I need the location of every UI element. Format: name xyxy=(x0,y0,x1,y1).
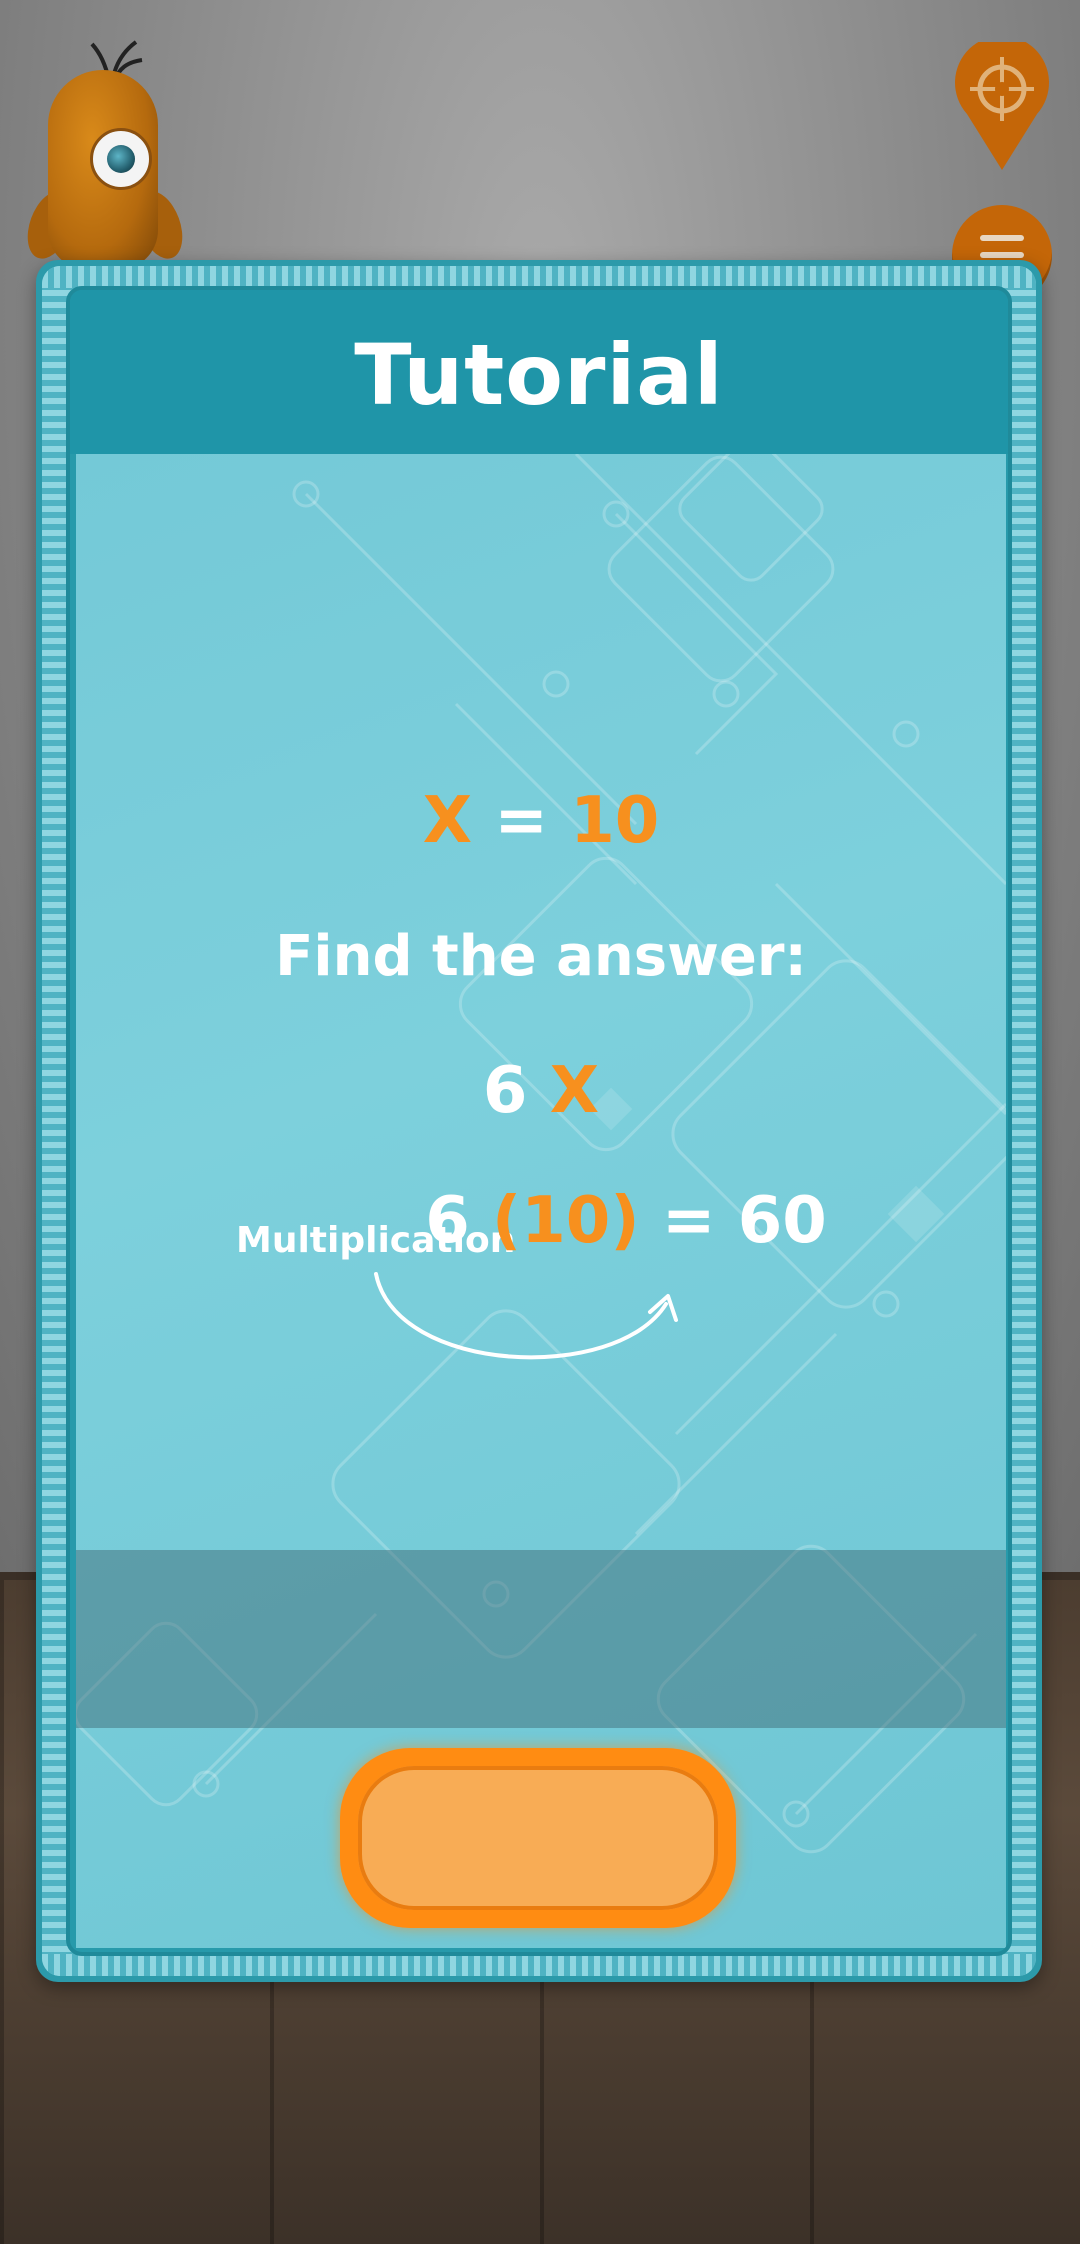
mascot-eye xyxy=(90,128,152,190)
expression-variable: X xyxy=(549,1054,600,1128)
variable-equals: = xyxy=(472,784,571,858)
solution: 6 (10) = 60 xyxy=(276,1184,976,1258)
continue-button-face[interactable] xyxy=(358,1766,718,1910)
expression: 6 X xyxy=(76,1054,1006,1128)
dialog-frame-top xyxy=(42,266,1036,288)
location-target-icon[interactable] xyxy=(955,42,1050,172)
dialog-frame-bottom xyxy=(42,1954,1036,1976)
solution-result: = 60 xyxy=(639,1184,827,1258)
mascot-character xyxy=(19,40,191,270)
prompt-text: Find the answer: xyxy=(275,924,807,989)
tutorial-dialog: Tutorial X = 10 Find the answer: 6 X Mul… xyxy=(36,260,1042,1982)
expression-coefficient: 6 xyxy=(482,1054,550,1128)
curved-arrow-icon xyxy=(374,1272,678,1360)
variable-name: X xyxy=(422,784,473,858)
variable-value: 10 xyxy=(570,784,660,858)
continue-button[interactable] xyxy=(340,1748,736,1928)
variable-definition: X = 10 xyxy=(76,784,1006,858)
tutorial-content: X = 10 Find the answer: 6 X Multiplicati… xyxy=(76,454,1006,1948)
dialog-header: Tutorial xyxy=(70,290,1008,454)
dialog-panel: Tutorial X = 10 Find the answer: 6 X Mul… xyxy=(66,286,1012,1956)
shade-band xyxy=(76,1550,1006,1728)
mascot-body xyxy=(48,70,158,270)
dialog-title: Tutorial xyxy=(354,326,724,424)
solution-substitution: (10) xyxy=(492,1184,640,1258)
solution-coefficient: 6 xyxy=(425,1184,492,1258)
